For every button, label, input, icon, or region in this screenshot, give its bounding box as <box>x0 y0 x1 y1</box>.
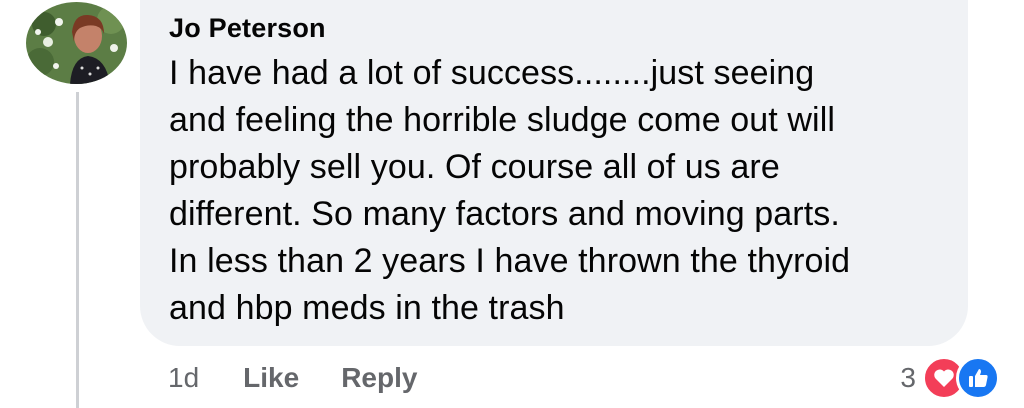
comment-line: In less than 2 years I have thrown the t… <box>169 242 851 280</box>
like-button[interactable]: Like <box>243 362 299 394</box>
comment-line: and hbp meds in the trash <box>169 289 565 327</box>
reaction-count: 3 <box>900 362 916 393</box>
comment-author[interactable]: Jo Peterson <box>169 12 940 44</box>
avatar[interactable] <box>26 2 127 84</box>
thread-line <box>76 92 79 408</box>
like-icon <box>956 356 1000 400</box>
comment-line: I have had a lot of success........just … <box>169 54 815 92</box>
timestamp[interactable]: 1d <box>168 362 199 394</box>
comment-line: different. So many factors and moving pa… <box>169 195 840 233</box>
comment-text: I have had a lot of success........just … <box>169 50 940 332</box>
comment-line: and feeling the horrible sludge come out… <box>169 101 836 139</box>
comment-bubble: Jo Peterson I have had a lot of success.… <box>140 0 968 346</box>
comment-line: probably sell you. Of course all of us a… <box>169 148 780 186</box>
comment-actions: 1d Like Reply <box>168 358 459 398</box>
reply-button[interactable]: Reply <box>341 362 417 394</box>
profile-photo-icon <box>26 2 127 84</box>
reactions-summary[interactable]: 3 <box>900 356 1000 400</box>
